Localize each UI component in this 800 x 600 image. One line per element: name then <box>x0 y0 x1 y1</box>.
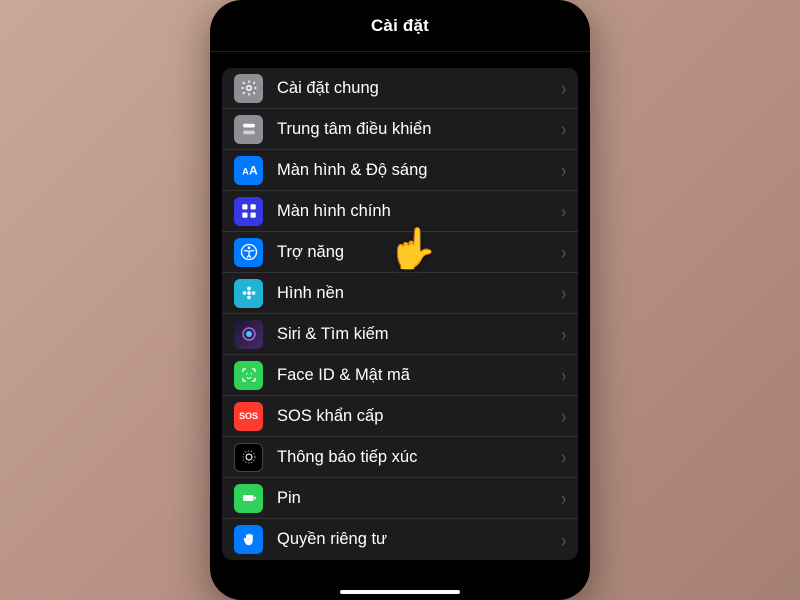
row-label: Màn hình chính <box>277 202 555 221</box>
toggles-icon <box>234 115 263 144</box>
chevron-right-icon: › <box>561 282 566 304</box>
row-label: Siri & Tìm kiếm <box>277 325 555 344</box>
row-label: Hình nền <box>277 284 555 303</box>
home-indicator[interactable] <box>340 590 460 595</box>
chevron-right-icon: › <box>561 528 566 550</box>
faceid-icon <box>234 361 263 390</box>
chevron-right-icon: › <box>561 159 566 181</box>
chevron-right-icon: › <box>561 200 566 222</box>
chevron-right-icon: › <box>561 364 566 386</box>
text-size-icon <box>234 156 263 185</box>
settings-row-battery[interactable]: Pin › <box>222 478 578 519</box>
settings-row-privacy[interactable]: Quyền riêng tư › <box>222 519 578 560</box>
phone-frame: Cài đặt Cài đặt chung›Trung tâm điều khi… <box>210 0 590 600</box>
chevron-right-icon: › <box>561 77 566 99</box>
sos-icon: SOS <box>234 402 263 431</box>
nav-header: Cài đặt <box>210 0 590 52</box>
settings-row-general[interactable]: Cài đặt chung › <box>222 68 578 109</box>
settings-row-siri[interactable]: Siri & Tìm kiếm › <box>222 314 578 355</box>
settings-row-face-id[interactable]: Face ID & Mật mã › <box>222 355 578 396</box>
row-label: Pin <box>277 489 555 508</box>
row-label: Thông báo tiếp xúc <box>277 448 555 467</box>
row-label: Trung tâm điều khiển <box>277 120 555 139</box>
row-label: Cài đặt chung <box>277 79 555 98</box>
settings-group: Cài đặt chung›Trung tâm điều khiển›Màn h… <box>222 68 578 560</box>
settings-row-control-center[interactable]: Trung tâm điều khiển › <box>222 109 578 150</box>
settings-row-exposure[interactable]: Thông báo tiếp xúc › <box>222 437 578 478</box>
settings-row-sos[interactable]: SOS SOS khẩn cấp › <box>222 396 578 437</box>
settings-row-display[interactable]: Màn hình & Độ sáng › <box>222 150 578 191</box>
hand-icon <box>234 525 263 554</box>
flower-icon <box>234 279 263 308</box>
gear-icon <box>234 74 263 103</box>
settings-row-wallpaper[interactable]: Hình nền › <box>222 273 578 314</box>
row-label: Face ID & Mật mã <box>277 366 555 385</box>
row-label: Quyền riêng tư <box>277 530 555 549</box>
accessibility-icon <box>234 238 263 267</box>
chevron-right-icon: › <box>561 405 566 427</box>
chevron-right-icon: › <box>561 323 566 345</box>
battery-icon <box>234 484 263 513</box>
chevron-right-icon: › <box>561 241 566 263</box>
settings-list: Cài đặt chung›Trung tâm điều khiển›Màn h… <box>210 52 590 578</box>
row-label: SOS khẩn cấp <box>277 407 555 426</box>
grid-icon <box>234 197 263 226</box>
chevron-right-icon: › <box>561 446 566 468</box>
chevron-right-icon: › <box>561 487 566 509</box>
pointer-hand-icon: 👆 <box>388 225 438 272</box>
page-title: Cài đặt <box>371 16 429 36</box>
siri-icon <box>234 320 263 349</box>
chevron-right-icon: › <box>561 118 566 140</box>
row-label: Màn hình & Độ sáng <box>277 161 555 180</box>
exposure-icon <box>234 443 263 472</box>
